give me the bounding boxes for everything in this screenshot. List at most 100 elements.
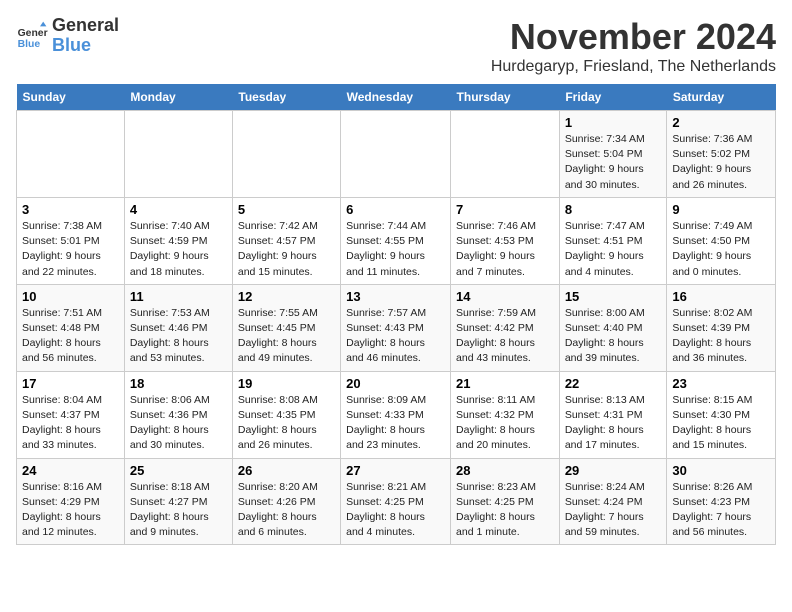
day-info: Sunrise: 8:04 AM Sunset: 4:37 PM Dayligh… [22, 393, 119, 454]
calendar-week-row: 3 Sunrise: 7:38 AM Sunset: 5:01 PM Daylig… [17, 197, 776, 284]
day-info: Sunrise: 7:57 AM Sunset: 4:43 PM Dayligh… [346, 306, 445, 367]
day-info: Sunrise: 7:42 AM Sunset: 4:57 PM Dayligh… [238, 219, 335, 280]
day-number: 16 [672, 289, 770, 304]
calendar-cell [124, 111, 232, 198]
calendar-cell: 17 Sunrise: 8:04 AM Sunset: 4:37 PM Dayli… [17, 371, 125, 458]
day-number: 7 [456, 202, 554, 217]
calendar-cell: 8 Sunrise: 7:47 AM Sunset: 4:51 PM Daylig… [559, 197, 667, 284]
day-number: 17 [22, 376, 119, 391]
calendar-cell: 19 Sunrise: 8:08 AM Sunset: 4:35 PM Dayli… [232, 371, 340, 458]
weekday-header: Wednesday [341, 84, 451, 111]
calendar-week-row: 17 Sunrise: 8:04 AM Sunset: 4:37 PM Dayli… [17, 371, 776, 458]
calendar-header-row: SundayMondayTuesdayWednesdayThursdayFrid… [17, 84, 776, 111]
weekday-header: Tuesday [232, 84, 340, 111]
calendar-cell: 22 Sunrise: 8:13 AM Sunset: 4:31 PM Dayli… [559, 371, 667, 458]
weekday-header: Saturday [667, 84, 776, 111]
day-number: 18 [130, 376, 227, 391]
day-info: Sunrise: 8:18 AM Sunset: 4:27 PM Dayligh… [130, 480, 227, 541]
day-info: Sunrise: 8:21 AM Sunset: 4:25 PM Dayligh… [346, 480, 445, 541]
day-number: 26 [238, 463, 335, 478]
weekday-header: Sunday [17, 84, 125, 111]
day-info: Sunrise: 7:51 AM Sunset: 4:48 PM Dayligh… [22, 306, 119, 367]
day-info: Sunrise: 8:20 AM Sunset: 4:26 PM Dayligh… [238, 480, 335, 541]
day-info: Sunrise: 7:44 AM Sunset: 4:55 PM Dayligh… [346, 219, 445, 280]
calendar-cell: 25 Sunrise: 8:18 AM Sunset: 4:27 PM Dayli… [124, 458, 232, 545]
day-info: Sunrise: 7:40 AM Sunset: 4:59 PM Dayligh… [130, 219, 227, 280]
calendar-cell: 12 Sunrise: 7:55 AM Sunset: 4:45 PM Dayli… [232, 284, 340, 371]
weekday-header: Thursday [451, 84, 560, 111]
day-info: Sunrise: 8:08 AM Sunset: 4:35 PM Dayligh… [238, 393, 335, 454]
day-number: 20 [346, 376, 445, 391]
weekday-header: Friday [559, 84, 667, 111]
day-number: 4 [130, 202, 227, 217]
day-number: 28 [456, 463, 554, 478]
day-info: Sunrise: 7:49 AM Sunset: 4:50 PM Dayligh… [672, 219, 770, 280]
logo-text: General Blue [52, 16, 119, 56]
calendar-cell: 18Sunrise: 8:06 AM Sunset: 4:36 PM Dayli… [124, 371, 232, 458]
calendar-cell: 13 Sunrise: 7:57 AM Sunset: 4:43 PM Dayli… [341, 284, 451, 371]
svg-text:Blue: Blue [18, 39, 41, 50]
svg-text:General: General [18, 28, 48, 39]
calendar-cell: 24Sunrise: 8:16 AM Sunset: 4:29 PM Dayli… [17, 458, 125, 545]
day-number: 9 [672, 202, 770, 217]
calendar-cell: 4 Sunrise: 7:40 AM Sunset: 4:59 PM Daylig… [124, 197, 232, 284]
calendar-cell: 11Sunrise: 7:53 AM Sunset: 4:46 PM Dayli… [124, 284, 232, 371]
day-number: 8 [565, 202, 662, 217]
day-info: Sunrise: 8:13 AM Sunset: 4:31 PM Dayligh… [565, 393, 662, 454]
day-info: Sunrise: 8:00 AM Sunset: 4:40 PM Dayligh… [565, 306, 662, 367]
day-number: 22 [565, 376, 662, 391]
title-block: November 2024 Hurdegaryp, Friesland, The… [491, 16, 776, 76]
day-number: 15 [565, 289, 662, 304]
day-info: Sunrise: 7:38 AM Sunset: 5:01 PM Dayligh… [22, 219, 119, 280]
calendar-cell: 23 Sunrise: 8:15 AM Sunset: 4:30 PM Dayli… [667, 371, 776, 458]
calendar-cell: 21 Sunrise: 8:11 AM Sunset: 4:32 PM Dayli… [451, 371, 560, 458]
calendar-table: SundayMondayTuesdayWednesdayThursdayFrid… [16, 84, 776, 545]
calendar-cell: 29 Sunrise: 8:24 AM Sunset: 4:24 PM Dayli… [559, 458, 667, 545]
day-number: 30 [672, 463, 770, 478]
calendar-cell: 28 Sunrise: 8:23 AM Sunset: 4:25 PM Dayli… [451, 458, 560, 545]
calendar-cell: 27 Sunrise: 8:21 AM Sunset: 4:25 PM Dayli… [341, 458, 451, 545]
calendar-week-row: 10 Sunrise: 7:51 AM Sunset: 4:48 PM Dayli… [17, 284, 776, 371]
calendar-week-row: 24Sunrise: 8:16 AM Sunset: 4:29 PM Dayli… [17, 458, 776, 545]
day-info: Sunrise: 7:46 AM Sunset: 4:53 PM Dayligh… [456, 219, 554, 280]
day-info: Sunrise: 8:24 AM Sunset: 4:24 PM Dayligh… [565, 480, 662, 541]
day-number: 12 [238, 289, 335, 304]
day-info: Sunrise: 7:59 AM Sunset: 4:42 PM Dayligh… [456, 306, 554, 367]
day-number: 11 [130, 289, 227, 304]
calendar-cell: 1Sunrise: 7:34 AM Sunset: 5:04 PM Daylig… [559, 111, 667, 198]
calendar-cell [232, 111, 340, 198]
day-info: Sunrise: 8:11 AM Sunset: 4:32 PM Dayligh… [456, 393, 554, 454]
day-info: Sunrise: 8:16 AM Sunset: 4:29 PM Dayligh… [22, 480, 119, 541]
calendar-week-row: 1Sunrise: 7:34 AM Sunset: 5:04 PM Daylig… [17, 111, 776, 198]
day-info: Sunrise: 7:36 AM Sunset: 5:02 PM Dayligh… [672, 132, 770, 193]
calendar-cell: 9 Sunrise: 7:49 AM Sunset: 4:50 PM Daylig… [667, 197, 776, 284]
calendar-cell: 2Sunrise: 7:36 AM Sunset: 5:02 PM Daylig… [667, 111, 776, 198]
day-number: 29 [565, 463, 662, 478]
day-info: Sunrise: 8:15 AM Sunset: 4:30 PM Dayligh… [672, 393, 770, 454]
day-info: Sunrise: 7:47 AM Sunset: 4:51 PM Dayligh… [565, 219, 662, 280]
calendar-cell: 30 Sunrise: 8:26 AM Sunset: 4:23 PM Dayli… [667, 458, 776, 545]
day-number: 13 [346, 289, 445, 304]
day-number: 3 [22, 202, 119, 217]
logo-icon: General Blue [16, 20, 48, 52]
day-number: 23 [672, 376, 770, 391]
day-number: 25 [130, 463, 227, 478]
day-number: 21 [456, 376, 554, 391]
day-info: Sunrise: 8:23 AM Sunset: 4:25 PM Dayligh… [456, 480, 554, 541]
calendar-cell: 15 Sunrise: 8:00 AM Sunset: 4:40 PM Dayli… [559, 284, 667, 371]
day-info: Sunrise: 8:26 AM Sunset: 4:23 PM Dayligh… [672, 480, 770, 541]
day-number: 1 [565, 115, 662, 130]
month-title: November 2024 [491, 16, 776, 58]
day-number: 19 [238, 376, 335, 391]
day-number: 10 [22, 289, 119, 304]
calendar-cell: 26 Sunrise: 8:20 AM Sunset: 4:26 PM Dayli… [232, 458, 340, 545]
calendar-cell [341, 111, 451, 198]
calendar-cell: 10 Sunrise: 7:51 AM Sunset: 4:48 PM Dayli… [17, 284, 125, 371]
header: General Blue General Blue November 2024 … [16, 16, 776, 76]
location-title: Hurdegaryp, Friesland, The Netherlands [491, 58, 776, 76]
day-number: 6 [346, 202, 445, 217]
calendar-cell: 16 Sunrise: 8:02 AM Sunset: 4:39 PM Dayli… [667, 284, 776, 371]
day-number: 27 [346, 463, 445, 478]
day-info: Sunrise: 8:02 AM Sunset: 4:39 PM Dayligh… [672, 306, 770, 367]
day-info: Sunrise: 7:55 AM Sunset: 4:45 PM Dayligh… [238, 306, 335, 367]
